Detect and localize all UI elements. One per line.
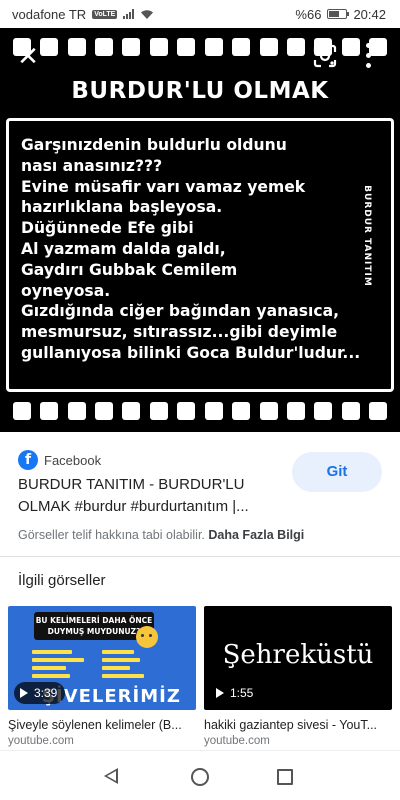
quote-line: Gızdığında ciğer bağından yanasıca, [21, 302, 340, 321]
film-hole [204, 38, 223, 56]
quote-box: Garşınızdenin buldurlu oldunu nası anasın… [6, 118, 394, 392]
film-hole [232, 402, 251, 420]
facebook-icon: f [18, 450, 38, 470]
film-hole [177, 402, 196, 420]
status-bar: vodafone TR VoLTE %66 20:42 [0, 0, 400, 28]
image-viewer: ✕ BURDUR'LU OLMAK Garşınızdenin buldurlu… [0, 28, 400, 432]
side-label: BURDUR TANITIM [357, 161, 377, 311]
related-title[interactable]: hakiki gaziantep sivesi - YouT... [204, 718, 392, 732]
related-site: youtube.com [8, 735, 74, 747]
thumbnail-text: Şehreküstü [222, 640, 374, 670]
copyright-notice: Görseller telif hakkına tabi olabilir. D… [18, 528, 304, 542]
film-hole [341, 38, 360, 56]
film-hole [314, 402, 333, 420]
quote-line: nası anasınız??? [21, 156, 163, 175]
quote-line: Al yazmam dalda galdı, [21, 239, 226, 258]
battery-level [329, 11, 340, 17]
battery-icon [327, 9, 350, 19]
related-card[interactable]: Şehreküstü 1:55 hakiki gaziantep sivesi … [204, 606, 392, 747]
film-strip-top [0, 34, 400, 60]
film-hole [204, 402, 223, 420]
volte-badge: VoLTE [92, 9, 118, 19]
duration-text: 3:39 [34, 686, 58, 700]
film-hole [286, 38, 305, 56]
film-hole [67, 402, 86, 420]
duration-text: 1:55 [230, 686, 254, 700]
more-vert-icon[interactable] [360, 40, 376, 70]
related-card[interactable]: BU KELİMELERİ DAHA ÖNCE DUYMUŞ MUYDUNUZ?… [8, 606, 196, 747]
related-site: youtube.com [204, 735, 270, 747]
side-label-text: BURDUR TANITIM [362, 185, 373, 287]
related-thumbnail[interactable]: Şehreküstü 1:55 [204, 606, 392, 710]
signal-icon [123, 9, 135, 19]
home-icon[interactable] [191, 768, 209, 786]
result-title[interactable]: BURDUR TANITIM - BURDUR'LU OLMAK #burdur… [18, 474, 286, 518]
film-hole [232, 38, 251, 56]
play-icon [216, 688, 224, 698]
quote-text: Garşınızdenin buldurlu oldunu nası anasın… [21, 135, 361, 364]
film-hole [40, 402, 59, 420]
film-strip-bottom [0, 398, 400, 424]
back-icon[interactable] [104, 768, 118, 784]
film-hole [149, 38, 168, 56]
status-right: %66 20:42 [295, 7, 386, 22]
image-title: BURDUR'LU OLMAK [71, 78, 329, 104]
related-heading: İlgili görseller [18, 572, 106, 589]
film-hole [177, 38, 196, 56]
play-icon [20, 688, 28, 698]
wifi-icon [141, 9, 154, 19]
film-hole [259, 402, 278, 420]
film-hole [149, 402, 168, 420]
film-hole [12, 402, 31, 420]
battery-percent: %66 [295, 6, 322, 22]
clock: 20:42 [353, 6, 386, 22]
film-hole [67, 38, 86, 56]
related-thumbnail[interactable]: BU KELİMELERİ DAHA ÖNCE DUYMUŞ MUYDUNUZ?… [8, 606, 196, 710]
lens-icon[interactable] [312, 43, 338, 69]
film-hole [94, 38, 113, 56]
result-info: f Facebook BURDUR TANITIM - BURDUR'LU OL… [0, 432, 400, 556]
emoji-icon [136, 626, 158, 648]
recents-icon[interactable] [277, 769, 293, 785]
source-name: Facebook [44, 452, 102, 468]
quote-line: gullanıyosa bilinki Goca Buldur'ludur... [21, 343, 361, 362]
quote-line: Garşınızdenin buldurlu oldunu [21, 136, 287, 154]
divider [0, 556, 400, 557]
quote-line: oyneyosa. [21, 281, 111, 300]
film-hole [369, 402, 388, 420]
duration-badge: 1:55 [210, 682, 262, 704]
quote-line: hazırlıklana başleyosa. [21, 198, 223, 217]
film-hole [122, 402, 141, 420]
film-hole [122, 38, 141, 56]
quote-line: Gaydırı Gubbak Cemilem [21, 260, 238, 279]
status-left: vodafone TR VoLTE [12, 7, 154, 22]
carrier-label: vodafone TR [12, 6, 87, 22]
duration-badge: 3:39 [14, 682, 66, 704]
quote-line: mesmursuz, sıtırassız...gibi deyimle [21, 323, 338, 342]
copyright-text: Görseller telif hakkına tabi olabilir. [18, 528, 205, 542]
film-hole [286, 402, 305, 420]
visit-button[interactable]: Git [292, 452, 382, 492]
nav-bar [0, 750, 400, 800]
source-row[interactable]: f Facebook [18, 450, 101, 470]
close-icon[interactable]: ✕ [14, 42, 42, 70]
quote-line: Evine müsafir varı vamaz yemek [21, 177, 306, 196]
quote-line: Düğünnede Efe gibi [21, 219, 194, 238]
film-hole [94, 402, 113, 420]
film-hole [259, 38, 278, 56]
more-info-link[interactable]: Daha Fazla Bilgi [208, 528, 304, 542]
related-title[interactable]: Şiveyle söylenen kelimeler (B... [8, 718, 196, 732]
film-hole [40, 38, 59, 56]
film-hole [341, 402, 360, 420]
